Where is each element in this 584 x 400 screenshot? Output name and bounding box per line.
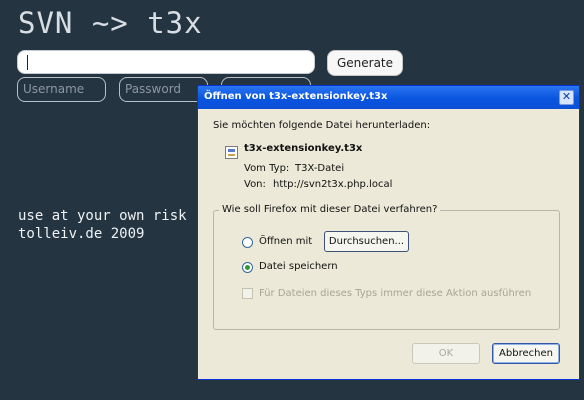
dialog-titlebar[interactable]: Öffnen von t3x-extensionkey.t3x ✕ [198,86,579,109]
app-title: SVN ~> t3x [18,6,203,40]
always-do-checkbox[interactable] [242,288,253,299]
password-input[interactable]: Password [119,77,208,102]
browse-button[interactable]: Durchsuchen... [324,231,409,252]
action-group-title: Wie soll Firefox mit dieser Datei verfah… [219,204,441,215]
save-file-radio[interactable] [242,262,253,273]
open-with-radio[interactable] [242,237,253,248]
generate-button[interactable]: Generate [327,50,403,76]
repository-url-input[interactable] [17,50,315,74]
risk-warning: use at your own risk [18,208,187,224]
download-dialog: Öffnen von t3x-extensionkey.t3x ✕ Sie mö… [197,85,580,380]
close-icon[interactable]: ✕ [559,90,574,105]
file-type-value: T3X-Datei [295,163,345,174]
open-with-label: Öffnen mit [259,236,313,247]
footer-text: use at your own risk tolleiv.de 2009 [18,207,187,243]
credit-line: tolleiv.de 2009 [18,226,145,242]
save-file-label: Datei speichern [259,261,338,272]
text-caret [27,55,28,70]
file-type-label: Vom Typ: [244,163,290,174]
username-input[interactable]: Username [17,77,106,102]
action-groupbox: Wie soll Firefox mit dieser Datei verfah… [213,204,560,330]
file-source-label: Von: [244,179,266,190]
always-do-label: Für Dateien dieses Typs immer diese Akti… [259,288,532,299]
cancel-button[interactable]: Abbrechen [492,343,560,364]
dialog-title: Öffnen von t3x-extensionkey.t3x [204,91,388,102]
file-icon [225,146,238,159]
file-name: t3x-extensionkey.t3x [244,143,363,154]
file-source-value: http://svn2t3x.php.local [273,179,393,190]
download-intro: Sie möchten folgende Datei herunterladen… [213,120,431,131]
ok-button[interactable]: OK [412,343,480,364]
